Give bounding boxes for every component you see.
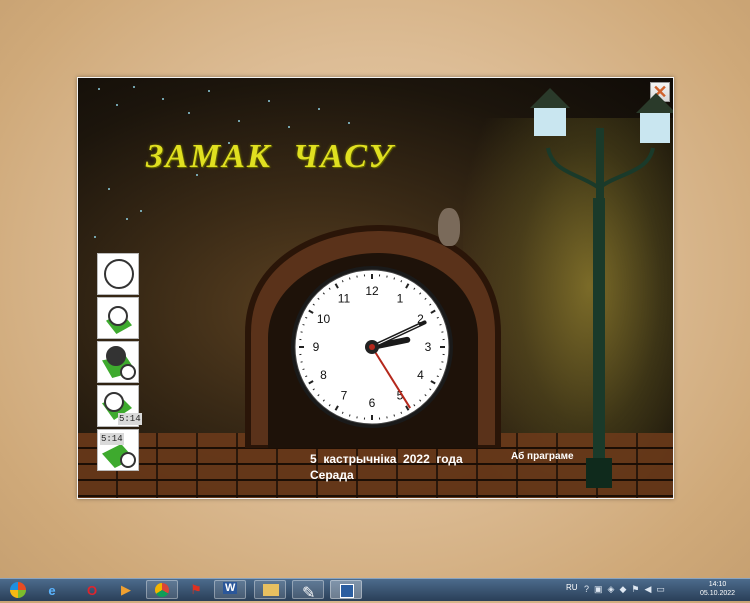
system-clock[interactable]: 14:10 05.10.2022 [700, 580, 735, 598]
about-program-link[interactable]: Аб праграме [511, 451, 574, 462]
file-explorer-icon [263, 584, 279, 596]
clock-tick [349, 415, 350, 417]
pc-icon[interactable]: ▭ [656, 584, 670, 594]
clock-number: 1 [397, 292, 404, 306]
digital-clock-icon [120, 452, 136, 468]
clock-number: 8 [320, 368, 327, 382]
weekday-text: Серада [310, 468, 354, 482]
analog-clock-icon [104, 259, 134, 289]
analog-to-digital-mode-button[interactable]: 5:14 [97, 385, 139, 427]
analog-clock-mode-button[interactable] [97, 253, 139, 295]
clock-number: 9 [313, 340, 320, 354]
analog-clock: 121234567891011 [288, 263, 456, 431]
flag-icon[interactable]: ⚑ [631, 584, 644, 594]
app-icon [340, 584, 354, 598]
clock-tick [303, 324, 305, 325]
internet-explorer-icon: e [48, 583, 55, 598]
taskbar-clock-app[interactable] [330, 580, 362, 599]
digital-readout: 5:14 [118, 413, 142, 425]
street-lamp [508, 78, 673, 498]
language-indicator[interactable]: RU [566, 583, 578, 592]
date-text: 5 кастрычніка 2022 года [310, 452, 463, 466]
paint-icon: ✎ [302, 583, 315, 603]
network-icon[interactable]: ▣ [594, 584, 608, 594]
taskbar-file-explorer[interactable] [254, 580, 286, 599]
security-icon[interactable]: ◈ [608, 584, 620, 594]
small-clock-icon [120, 364, 136, 380]
system-date: 05.10.2022 [700, 589, 735, 598]
shield-icon[interactable]: ◆ [619, 584, 631, 594]
start-button[interactable] [4, 580, 32, 600]
taskbar: e O ▶ ⚑ W ✎ RU ?▣◈◆⚑◀▭ 14:10 05.10.2022 [0, 578, 750, 601]
clock-number: 11 [338, 292, 351, 306]
help-icon[interactable]: ? [584, 584, 594, 594]
pdf-reader-icon: ⚑ [190, 582, 202, 598]
tray-icons: ?▣◈◆⚑◀▭ [584, 584, 670, 595]
clock-tick [394, 415, 395, 417]
digital-readout: 5:14 [100, 433, 124, 445]
app-title: ЗАМАК ЧАСУ [146, 138, 394, 176]
taskbar-paint[interactable]: ✎ [292, 580, 324, 599]
clock-number: 12 [365, 284, 379, 298]
media-player-icon: ▶ [121, 582, 131, 598]
clock-compare-icon [106, 346, 126, 366]
taskbar-internet-explorer[interactable]: e [38, 580, 66, 600]
clock-tick [440, 369, 442, 370]
taskbar-opera[interactable]: O [78, 580, 106, 600]
clock-number: 7 [341, 388, 348, 402]
chrome-icon [155, 583, 169, 597]
taskbar-chrome[interactable] [146, 580, 178, 599]
clock-pencil-icon [108, 306, 128, 326]
system-time: 14:10 [700, 580, 735, 589]
desktop: ЗАМАК ЧАСУ ✕ 1 [0, 0, 750, 578]
clock-tick [394, 278, 395, 280]
clock-compare-mode-button[interactable] [97, 341, 139, 383]
word-icon: W [223, 582, 237, 594]
clock-tick [303, 369, 305, 370]
clock-tick [349, 278, 350, 280]
app-window: ЗАМАК ЧАСУ ✕ 1 [77, 77, 674, 499]
owl-figure [438, 208, 460, 246]
clock-digital-icon [104, 392, 124, 412]
volume-icon[interactable]: ◀ [644, 584, 656, 594]
opera-icon: O [87, 583, 97, 598]
clock-tick [440, 324, 442, 325]
start-icon [10, 582, 26, 598]
clock-number: 4 [417, 368, 424, 382]
digital-to-analog-mode-button[interactable]: 5:14 [97, 429, 139, 471]
analog-clock-learning-mode-button[interactable] [97, 297, 139, 339]
clock-number: 6 [369, 396, 376, 410]
taskbar-media-player[interactable]: ▶ [112, 580, 140, 600]
taskbar-word[interactable]: W [214, 580, 246, 599]
clock-center-pin [369, 344, 375, 350]
clock-number: 10 [317, 312, 331, 326]
clock-number: 3 [425, 340, 432, 354]
taskbar-pdf-reader[interactable]: ⚑ [182, 580, 210, 600]
